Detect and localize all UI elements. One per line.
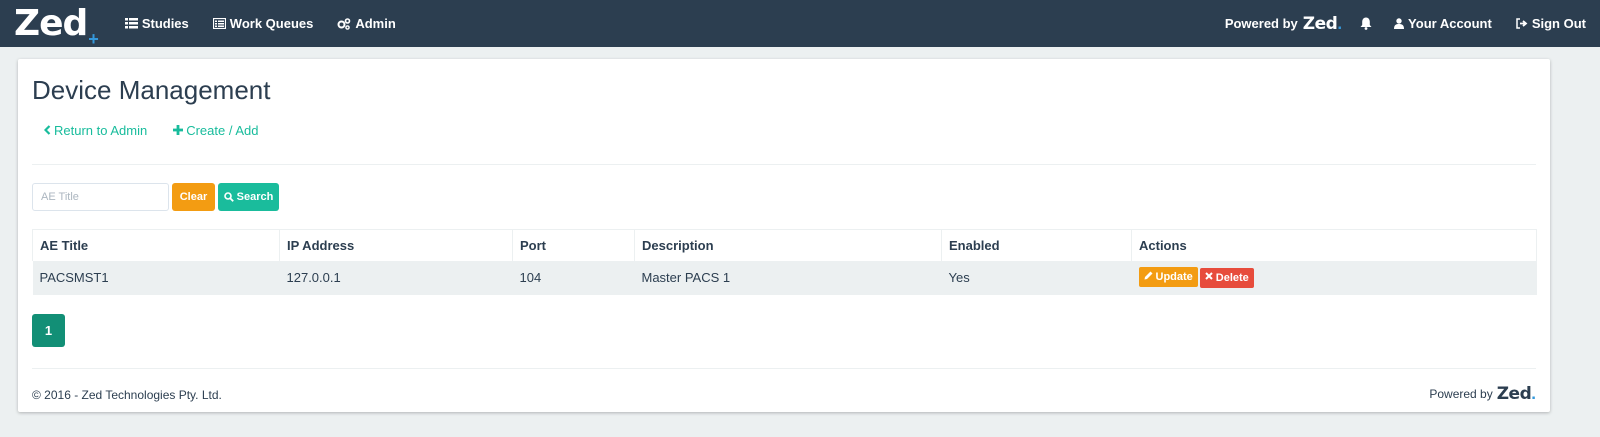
powered-by-label: Powered by: [1224, 16, 1298, 31]
create-add-label: Create / Add: [186, 123, 259, 138]
search-bar: Clear Search: [32, 183, 279, 211]
search-button-label: Search: [236, 191, 274, 203]
clear-button[interactable]: Clear: [172, 183, 215, 211]
plus-icon: [173, 123, 184, 138]
update-button-label: Update: [1155, 271, 1193, 284]
main-panel: Device Management Return to Admin Create…: [18, 59, 1550, 412]
brand-logo[interactable]: Zed +: [14, 2, 99, 48]
sign-out-icon: [1516, 18, 1528, 29]
col-header-enabled[interactable]: Enabled: [941, 229, 1132, 261]
brand-name: Zed: [14, 2, 88, 44]
header-divider: [32, 164, 1536, 165]
col-header-port[interactable]: Port: [512, 229, 635, 261]
table-row: PACSMST1 127.0.0.1 104 Master PACS 1 Yes…: [32, 260, 1537, 295]
nav-work-queues[interactable]: Work Queues: [212, 16, 314, 31]
powered-by-brand: Zed: [1302, 13, 1338, 34]
col-header-ae-title[interactable]: AE Title: [32, 229, 280, 261]
col-header-actions: Actions: [1131, 229, 1537, 261]
footer-powered-by: Powered by Zed.: [1429, 384, 1536, 404]
cell-ip-address: 127.0.0.1: [286, 270, 341, 285]
cell-port: 104: [519, 270, 542, 285]
bell-icon[interactable]: [1360, 17, 1372, 30]
update-button[interactable]: Update: [1138, 267, 1198, 288]
nav-your-account[interactable]: Your Account: [1394, 16, 1492, 31]
nav-your-account-label: Your Account: [1408, 16, 1492, 31]
search-button[interactable]: Search: [218, 183, 279, 211]
top-navbar: Zed + Studies Work Queues Admin Powered …: [0, 0, 1600, 48]
ae-title-search-input[interactable]: [32, 183, 169, 211]
page-actions: Return to Admin Create / Add: [43, 123, 285, 138]
devices-table: AE Title IP Address Port Description Ena…: [32, 229, 1537, 295]
list-icon: [124, 18, 138, 29]
create-add-link[interactable]: Create / Add: [173, 123, 259, 138]
search-icon: [223, 192, 234, 202]
nav-sign-out-label: Sign Out: [1531, 16, 1586, 31]
nav-work-queues-label: Work Queues: [229, 16, 314, 31]
gears-icon: [337, 17, 351, 30]
cell-actions: Update Delete: [1132, 261, 1537, 295]
page-title: Device Management: [32, 75, 271, 105]
footer-powered-by-brand: Zed: [1496, 384, 1532, 404]
powered-by-mark: .: [1337, 13, 1343, 33]
close-icon: [1205, 272, 1213, 283]
nav-admin[interactable]: Admin: [337, 16, 396, 31]
pagination-page-1[interactable]: 1: [32, 314, 65, 347]
return-to-admin-label: Return to Admin: [54, 123, 148, 138]
col-header-description[interactable]: Description: [634, 229, 942, 261]
brand-plus-mark: +: [88, 28, 99, 49]
cell-ae-title: PACSMST1: [39, 270, 109, 285]
cell-description: Master PACS 1: [641, 270, 731, 285]
nav-admin-label: Admin: [355, 16, 396, 31]
chevron-left-icon: [43, 123, 51, 138]
list-alt-icon: [212, 18, 226, 29]
footer-copyright: © 2016 - Zed Technologies Pty. Ltd.: [32, 388, 222, 402]
delete-button-label: Delete: [1215, 271, 1249, 284]
powered-by: Powered by Zed.: [1225, 14, 1342, 34]
return-to-admin-link[interactable]: Return to Admin: [43, 123, 148, 138]
footer-divider: [32, 368, 1536, 369]
table-header-row: AE Title IP Address Port Description Ena…: [32, 229, 1537, 261]
footer-powered-by-mark: .: [1531, 384, 1536, 403]
cell-enabled: Yes: [948, 270, 970, 285]
user-icon: [1394, 18, 1405, 29]
nav-studies-label: Studies: [141, 16, 189, 31]
nav-studies[interactable]: Studies: [124, 16, 189, 31]
delete-button[interactable]: Delete: [1199, 267, 1254, 288]
footer-powered-by-label: Powered by: [1429, 387, 1493, 401]
pencil-icon: [1144, 271, 1153, 283]
col-header-ip-address[interactable]: IP Address: [279, 229, 513, 261]
nav-sign-out[interactable]: Sign Out: [1516, 16, 1586, 31]
